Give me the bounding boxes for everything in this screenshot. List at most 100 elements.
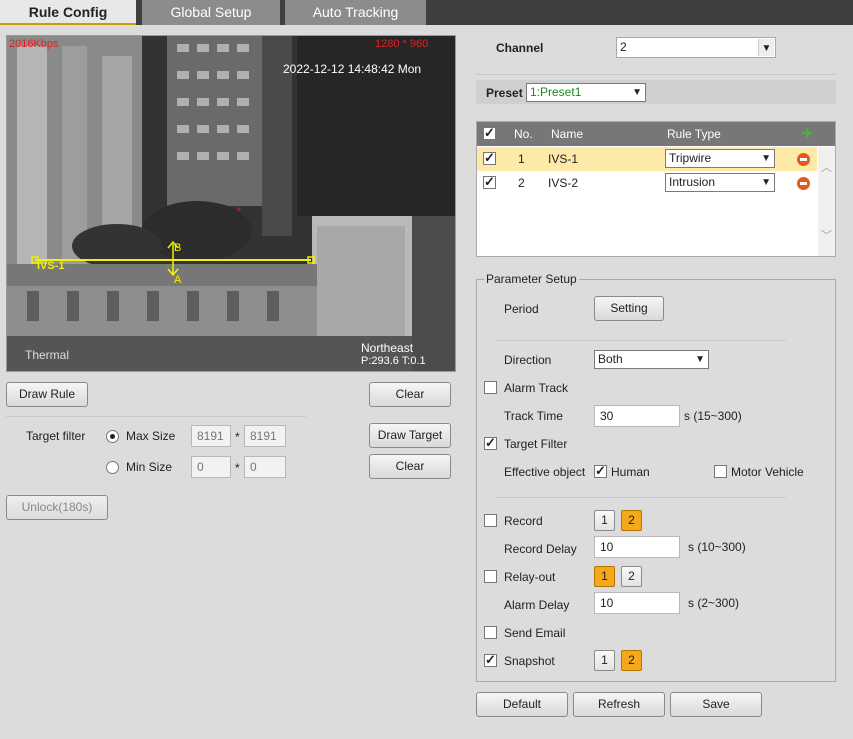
send-email-checkbox[interactable] (484, 626, 497, 639)
scroll-up-icon[interactable]: ︿ (821, 159, 832, 175)
channel-label: Channel (496, 41, 544, 55)
add-rule-icon[interactable]: + (802, 123, 813, 144)
col-rule-type: Rule Type (667, 127, 721, 141)
refresh-button[interactable]: Refresh (573, 692, 665, 717)
min-size-label: Min Size (126, 460, 173, 474)
row-no: 1 (518, 152, 525, 166)
parameter-setup-title: Parameter Setup (484, 272, 579, 286)
min-height-field[interactable]: 0 (244, 456, 286, 478)
table-row[interactable]: 1 IVS-1 Tripwire ▼ (477, 147, 817, 171)
chevron-down-icon: ▼ (761, 153, 771, 164)
relay-channel-1[interactable]: 1 (594, 566, 615, 587)
motor-vehicle-label: Motor Vehicle (731, 465, 804, 479)
default-button[interactable]: Default (476, 692, 568, 717)
draw-target-button[interactable]: Draw Target (369, 423, 451, 448)
timestamp-overlay: 2022-12-12 14:48:42 Mon (283, 62, 422, 76)
row-no: 2 (518, 176, 525, 190)
marker-b: B (174, 242, 182, 254)
target-filter-param-label: Target Filter (504, 437, 568, 451)
row-name: IVS-1 (548, 152, 579, 166)
track-time-input[interactable]: 30 (594, 405, 680, 427)
unlock-button[interactable]: Unlock(180s) (6, 495, 108, 520)
alarm-delay-range: s (2~300) (688, 596, 740, 610)
draw-rule-button[interactable]: Draw Rule (6, 382, 88, 407)
chevron-down-icon: ▼ (632, 87, 642, 98)
track-time-range: s (15~300) (684, 409, 742, 423)
min-size-radio[interactable] (106, 461, 119, 474)
chevron-down-icon: ▼ (761, 177, 771, 188)
alarm-delay-input[interactable]: 10 (594, 592, 680, 614)
delete-rule-icon[interactable] (797, 153, 810, 166)
chevron-down-icon: ▼ (695, 354, 705, 365)
rules-table: No. Name Rule Type + 1 IVS-1 Tripwire ▼ … (476, 121, 836, 257)
tab-rule-config[interactable]: Rule Config (0, 0, 136, 25)
rule-type-select[interactable]: Tripwire ▼ (665, 149, 775, 168)
clear-rule-button[interactable]: Clear (369, 382, 451, 407)
mode-overlay: Thermal (25, 348, 70, 362)
divider (6, 416, 306, 417)
select-all-checkbox[interactable] (483, 125, 496, 141)
bitrate-overlay: 2016Kbps (9, 38, 59, 50)
max-width-field[interactable]: 8191 (191, 425, 231, 447)
clear-target-button[interactable]: Clear (369, 454, 451, 479)
preset-select[interactable]: 1:Preset1 ▼ (526, 83, 646, 102)
rule-type-select[interactable]: Intrusion ▼ (665, 173, 775, 192)
preset-label: Preset (486, 86, 523, 100)
snapshot-channel-2[interactable]: 2 (621, 650, 642, 671)
target-filter-label: Target filter (26, 429, 86, 443)
relay-channel-2[interactable]: 2 (621, 566, 642, 587)
channel-select[interactable]: 2 ▼ (616, 37, 776, 58)
row-checkbox[interactable] (483, 174, 496, 190)
snapshot-label: Snapshot (504, 654, 555, 668)
table-row[interactable]: 2 IVS-2 Intrusion ▼ (477, 171, 817, 195)
record-delay-label: Record Delay (504, 542, 577, 556)
times-sign: * (235, 430, 240, 444)
record-delay-range: s (10~300) (688, 540, 746, 554)
rule-type-value: Tripwire (669, 151, 712, 165)
target-filter-checkbox[interactable] (484, 435, 497, 451)
max-height-field[interactable]: 8191 (244, 425, 286, 447)
resolution-overlay: 1280 * 960 (375, 38, 429, 50)
rules-table-header: No. Name Rule Type + (477, 122, 835, 146)
alarm-track-checkbox[interactable] (484, 381, 497, 394)
record-delay-input[interactable]: 10 (594, 536, 680, 558)
divider (496, 497, 786, 498)
ptz-overlay: P:293.6 T:0.1 (361, 355, 426, 367)
record-channel-2[interactable]: 2 (621, 510, 642, 531)
record-channel-1[interactable]: 1 (594, 510, 615, 531)
relay-out-checkbox[interactable] (484, 570, 497, 583)
delete-rule-icon[interactable] (797, 177, 810, 190)
svg-text:+: + (236, 205, 242, 216)
direction-label: Direction (504, 353, 552, 367)
save-button[interactable]: Save (670, 692, 762, 717)
divider (496, 340, 786, 341)
max-size-radio[interactable] (106, 430, 119, 443)
period-label: Period (504, 302, 539, 316)
motor-vehicle-checkbox[interactable] (714, 465, 727, 478)
scroll-down-icon[interactable]: ﹀ (821, 227, 832, 243)
preset-value: 1:Preset1 (530, 85, 582, 99)
human-checkbox[interactable] (594, 463, 607, 479)
tab-global-setup[interactable]: Global Setup (142, 0, 280, 25)
table-scrollbar[interactable]: ︿ ﹀ (818, 147, 835, 256)
col-name: Name (551, 127, 584, 141)
row-checkbox[interactable] (483, 150, 496, 166)
row-name: IVS-2 (548, 176, 579, 190)
rule-label-overlay: IVS-1 (37, 260, 65, 272)
video-preview[interactable]: + 2016Kbps 1280 * 960 2022-12-12 14:48:4… (6, 35, 456, 372)
tab-auto-tracking[interactable]: Auto Tracking (285, 0, 426, 25)
period-setting-button[interactable]: Setting (594, 296, 664, 321)
direction-overlay: Northeast (361, 341, 414, 355)
divider (476, 74, 836, 75)
send-email-label: Send Email (504, 626, 566, 640)
direction-select[interactable]: Both ▼ (594, 350, 709, 369)
effective-object-label: Effective object (504, 465, 586, 479)
video-scene: + (7, 36, 455, 371)
record-checkbox[interactable] (484, 514, 497, 527)
min-width-field[interactable]: 0 (191, 456, 231, 478)
tab-bar: Rule Config Global Setup Auto Tracking (0, 0, 853, 25)
snapshot-checkbox[interactable] (484, 652, 497, 668)
human-label: Human (611, 465, 650, 479)
rule-type-value: Intrusion (669, 175, 716, 189)
snapshot-channel-1[interactable]: 1 (594, 650, 615, 671)
